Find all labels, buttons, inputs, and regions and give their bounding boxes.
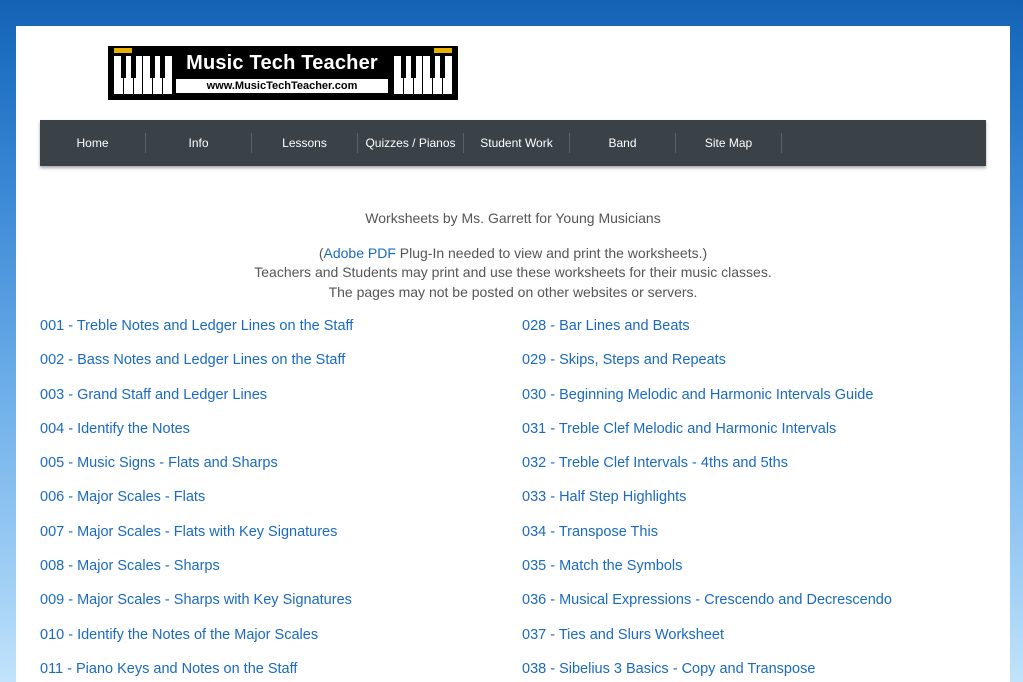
piano-keys-icon [394,56,452,94]
worksheet-list-left: 001 - Treble Notes and Ledger Lines on t… [40,316,353,682]
worksheet-link[interactable]: 031 - Treble Clef Melodic and Harmonic I… [522,419,892,453]
logo-title: Music Tech Teacher [186,52,378,74]
worksheet-link[interactable]: 029 - Skips, Steps and Repeats [522,350,892,384]
worksheet-link[interactable]: 005 - Music Signs - Flats and Sharps [40,453,353,487]
main-nav: Home Info Lessons Quizzes / Pianos Stude… [40,120,986,166]
worksheet-link[interactable]: 033 - Half Step Highlights [522,487,892,521]
worksheet-link[interactable]: 032 - Treble Clef Intervals - 4ths and 5… [522,453,892,487]
nav-item-site-map[interactable]: Site Map [676,133,782,153]
logo-accent-left [114,48,132,53]
worksheet-link[interactable]: 038 - Sibelius 3 Basics - Copy and Trans… [522,659,892,682]
logo-accent-right [434,48,452,53]
plugin-text: Plug-In needed to view and print the wor… [395,245,708,261]
worksheet-list-right: 028 - Bar Lines and Beats 029 - Skips, S… [522,316,892,682]
worksheet-link[interactable]: 034 - Transpose This [522,522,892,556]
adobe-pdf-link[interactable]: Adobe PDF [324,245,396,261]
worksheet-link[interactable]: 028 - Bar Lines and Beats [522,316,892,350]
worksheet-link[interactable]: 008 - Major Scales - Sharps [40,556,353,590]
nav-item-info[interactable]: Info [146,133,252,153]
page-heading: Worksheets by Ms. Garrett for Young Musi… [365,210,661,226]
worksheet-link[interactable]: 007 - Major Scales - Flats with Key Sign… [40,522,353,556]
worksheet-link[interactable]: 037 - Ties and Slurs Worksheet [522,625,892,659]
site-logo[interactable]: Music Tech Teacher www.MusicTechTeacher.… [108,46,458,100]
page-content: Music Tech Teacher www.MusicTechTeacher.… [16,26,1010,682]
worksheet-link[interactable]: 030 - Beginning Melodic and Harmonic Int… [522,385,892,419]
usage-notice: Teachers and Students may print and use … [254,264,772,280]
worksheet-link[interactable]: 002 - Bass Notes and Ledger Lines on the… [40,350,353,384]
worksheet-link[interactable]: 001 - Treble Notes and Ledger Lines on t… [40,316,353,350]
nav-item-quizzes-pianos[interactable]: Quizzes / Pianos [358,133,464,153]
nav-item-band[interactable]: Band [570,133,676,153]
worksheet-link[interactable]: 011 - Piano Keys and Notes on the Staff [40,659,353,682]
nav-item-student-work[interactable]: Student Work [464,133,570,153]
worksheet-link[interactable]: 006 - Major Scales - Flats [40,487,353,521]
worksheet-link[interactable]: 009 - Major Scales - Sharps with Key Sig… [40,590,353,624]
worksheet-link[interactable]: 004 - Identify the Notes [40,419,353,453]
nav-item-lessons[interactable]: Lessons [252,133,358,153]
logo-url: www.MusicTechTeacher.com [176,79,388,93]
nav-item-home[interactable]: Home [40,133,146,153]
piano-keys-icon [114,56,172,94]
pdf-notice: (Adobe PDF Plug-In needed to view and pr… [16,245,1010,261]
posting-notice: The pages may not be posted on other web… [328,284,698,300]
worksheet-link[interactable]: 010 - Identify the Notes of the Major Sc… [40,625,353,659]
worksheet-link[interactable]: 035 - Match the Symbols [522,556,892,590]
worksheet-link[interactable]: 036 - Musical Expressions - Crescendo an… [522,590,892,624]
worksheet-link[interactable]: 003 - Grand Staff and Ledger Lines [40,385,353,419]
